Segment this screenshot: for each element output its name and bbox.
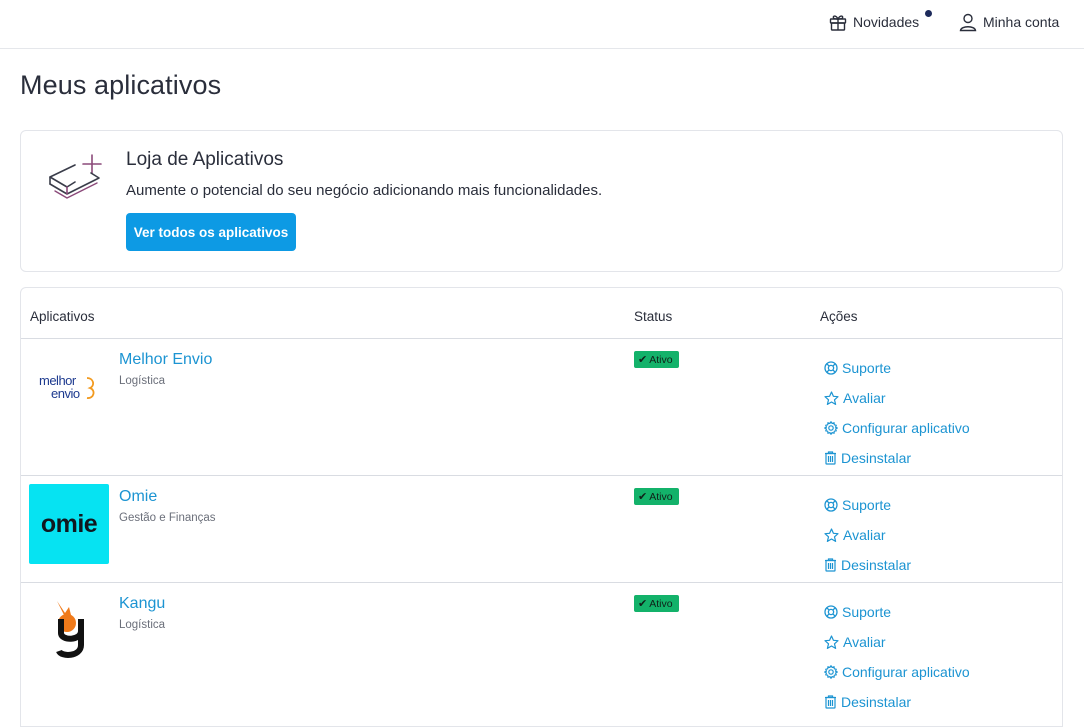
status-label: Ativo xyxy=(649,353,673,366)
header-actions: Ações xyxy=(820,309,858,324)
kangu-logo xyxy=(29,591,109,671)
user-icon xyxy=(958,12,978,32)
page-title: Meus aplicativos xyxy=(20,70,222,100)
app-name[interactable]: Omie xyxy=(119,488,157,506)
news-notification-dot xyxy=(925,10,932,17)
support-icon xyxy=(824,498,838,512)
support-link[interactable]: Suporte xyxy=(824,490,911,520)
account-button[interactable]: Minha conta xyxy=(958,11,1059,33)
omie-logo-text: omie xyxy=(40,509,98,538)
gift-icon xyxy=(828,12,848,32)
apps-table: Aplicativos Status Ações melhor envio Me… xyxy=(20,287,1063,727)
app-name[interactable]: Kangu xyxy=(119,595,165,613)
row-actions: Suporte Avaliar Configurar aplicativo De… xyxy=(824,597,970,717)
rate-label: Avaliar xyxy=(843,527,886,543)
uninstall-link[interactable]: Desinstalar xyxy=(824,687,970,717)
uninstall-label: Desinstalar xyxy=(841,694,912,710)
trash-icon xyxy=(825,451,836,465)
app-store-icon xyxy=(47,151,105,205)
header-status: Status xyxy=(634,309,673,324)
header-apps: Aplicativos xyxy=(30,309,95,324)
support-icon xyxy=(824,605,838,619)
configure-link[interactable]: Configurar aplicativo xyxy=(824,413,970,443)
uninstall-label: Desinstalar xyxy=(841,450,912,466)
support-label: Suporte xyxy=(842,360,892,376)
status-badge: ✔ Ativo xyxy=(634,488,679,505)
gear-icon xyxy=(824,665,838,679)
status-badge: ✔ Ativo xyxy=(634,351,679,368)
support-link[interactable]: Suporte xyxy=(824,353,970,383)
support-icon xyxy=(824,361,838,375)
rate-link[interactable]: Avaliar xyxy=(824,520,911,550)
store-title: Loja de Aplicativos xyxy=(126,149,284,170)
rate-link[interactable]: Avaliar xyxy=(824,383,970,413)
uninstall-link[interactable]: Desinstalar xyxy=(824,550,911,580)
status-badge: ✔ Ativo xyxy=(634,595,679,612)
app-name[interactable]: Melhor Envio xyxy=(119,351,212,369)
app-category: Logística xyxy=(119,619,166,631)
status-label: Ativo xyxy=(649,597,673,610)
star-icon xyxy=(824,390,839,405)
trash-icon xyxy=(825,695,836,709)
check-icon: ✔ xyxy=(638,491,648,503)
rate-label: Avaliar xyxy=(843,634,886,650)
top-bar: Novidades Minha conta xyxy=(0,0,1084,49)
app-category: Gestão e Finanças xyxy=(119,512,216,524)
star-icon xyxy=(824,527,839,542)
account-label: Minha conta xyxy=(983,14,1060,30)
gear-icon xyxy=(824,421,838,435)
table-header: Aplicativos Status Ações xyxy=(21,288,1062,339)
table-row: melhor envio Melhor Envio Logística ✔ At… xyxy=(21,339,1062,476)
check-icon: ✔ xyxy=(638,354,648,366)
support-label: Suporte xyxy=(842,604,892,620)
news-label: Novidades xyxy=(853,14,920,30)
rate-link[interactable]: Avaliar xyxy=(824,627,970,657)
configure-label: Configurar aplicativo xyxy=(842,664,970,680)
store-description: Aumente o potencial do seu negócio adici… xyxy=(126,182,603,199)
star-icon xyxy=(824,634,839,649)
news-button[interactable]: Novidades xyxy=(828,10,932,33)
app-category: Logística xyxy=(119,375,166,387)
svg-text:envio: envio xyxy=(51,386,80,401)
view-all-apps-button[interactable]: Ver todos os aplicativos xyxy=(126,213,296,251)
support-link[interactable]: Suporte xyxy=(824,597,970,627)
row-actions: Suporte Avaliar Configurar aplicativo De… xyxy=(824,353,970,473)
row-actions: Suporte Avaliar Desinstalar xyxy=(824,490,911,580)
status-label: Ativo xyxy=(649,490,673,503)
trash-icon xyxy=(825,558,836,572)
uninstall-link[interactable]: Desinstalar xyxy=(824,443,970,473)
melhor-envio-logo: melhor envio xyxy=(29,347,109,427)
app-store-card: Loja de Aplicativos Aumente o potencial … xyxy=(20,130,1063,272)
check-icon: ✔ xyxy=(638,598,648,610)
support-label: Suporte xyxy=(842,497,892,513)
uninstall-label: Desinstalar xyxy=(841,557,912,573)
table-row: omie Omie Gestão e Finanças ✔ Ativo Supo… xyxy=(21,476,1062,583)
table-row: Kangu Logística ✔ Ativo Suporte Avaliar … xyxy=(21,583,1062,723)
omie-logo: omie xyxy=(29,484,109,564)
rate-label: Avaliar xyxy=(843,390,886,406)
configure-link[interactable]: Configurar aplicativo xyxy=(824,657,970,687)
configure-label: Configurar aplicativo xyxy=(842,420,970,436)
